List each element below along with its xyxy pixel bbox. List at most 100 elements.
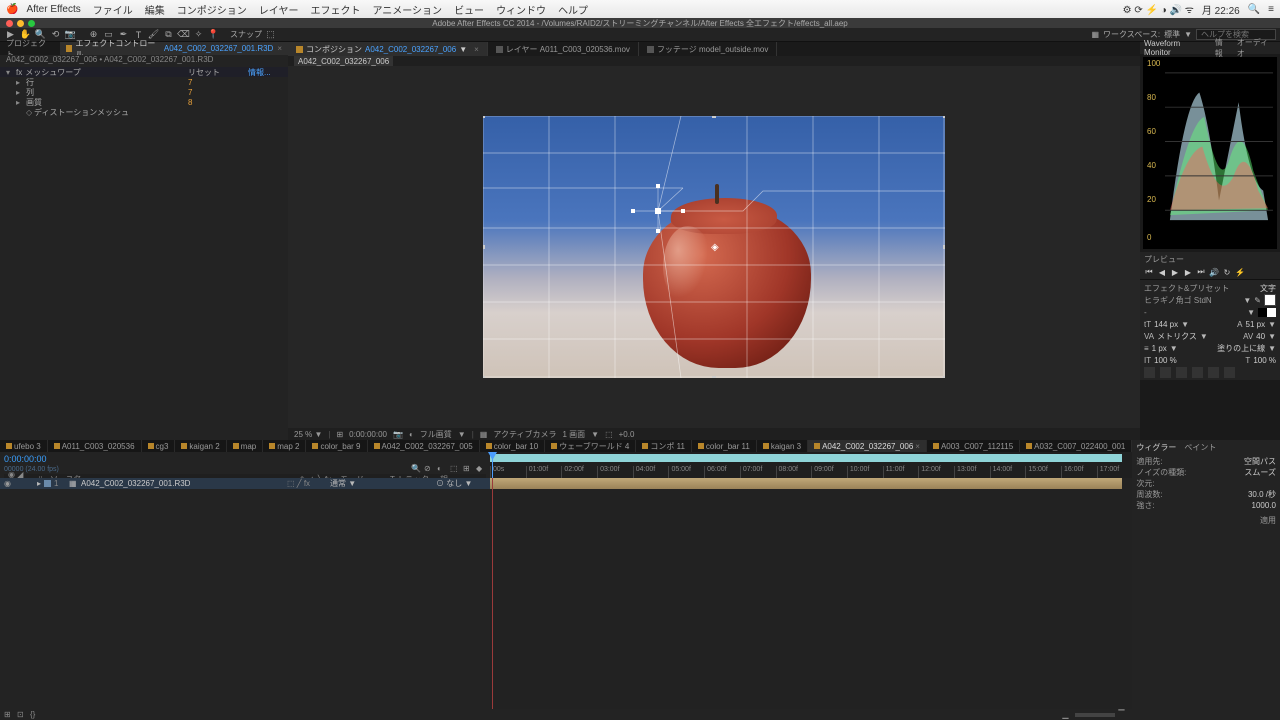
toggle-modes-icon[interactable]: ⊡ [17,710,27,720]
preview-loop-icon[interactable]: ↻ [1222,267,1232,277]
blend-mode[interactable]: 通常 ▼ [330,478,380,489]
tracking-value[interactable]: 40 [1256,332,1265,341]
spotlight-icon[interactable]: 🔍 [1248,4,1260,15]
layer-clip[interactable] [490,478,1122,489]
viewer-resolution-icon[interactable]: ⊞ [336,430,343,439]
waveform-tab[interactable]: Waveform Monitor [1144,39,1209,57]
stroke-width-value[interactable]: 1 px [1152,344,1167,353]
italic-button[interactable] [1160,367,1171,378]
kerning-value[interactable]: メトリクス [1157,331,1197,342]
tl-blur-icon[interactable]: ◐ [437,464,447,474]
preview-next-icon[interactable]: ▶ [1183,267,1193,277]
notification-icon[interactable]: ≡ [1268,4,1274,15]
timeline-tab[interactable]: color_bar 9 [306,440,367,452]
wiggler-applyto[interactable]: 空間パス [1244,456,1276,467]
zoom-in-icon[interactable]: ▔ [1118,710,1128,720]
menu-file[interactable]: ファイル [93,2,133,17]
timeline-tab[interactable]: A032_C007_022400_001 [1020,440,1132,452]
viewer-exposure[interactable]: +0.0 [619,430,635,439]
snap-label[interactable]: スナップ [230,29,262,40]
tl-graph-icon[interactable]: ⊞ [463,464,473,474]
sub-button[interactable] [1224,367,1235,378]
wiggler-noise[interactable]: スムーズ [1244,467,1276,478]
audio-tab[interactable]: オーディオ [1237,37,1276,59]
about-link[interactable]: 情報... [248,67,288,78]
menu-animation[interactable]: アニメーション [372,2,442,17]
toggle-switches-icon[interactable]: ⊞ [4,710,14,720]
timeline-tab[interactable]: A042_C002_032267_005 [368,440,480,452]
fill-swatch[interactable] [1264,294,1276,306]
parent-dropdown[interactable]: ⊙ なし ▼ [436,478,486,489]
roto-tool[interactable]: ✧ [192,29,205,41]
leading-value[interactable]: 51 px [1246,320,1266,329]
puppet-tool[interactable]: 📍 [207,29,220,41]
bold-button[interactable] [1144,367,1155,378]
effects-presets-tab[interactable]: エフェクト&プリセット [1144,283,1257,294]
composition-viewer[interactable]: ◈ [288,66,1140,428]
preview-ram-icon[interactable]: ⚡ [1235,267,1245,277]
menu-help[interactable]: ヘルプ [558,2,588,17]
info-tab[interactable]: 情報 [1215,37,1231,59]
eraser-tool[interactable]: ⌫ [177,29,190,41]
tl-shy-icon[interactable]: ⊘ [424,464,434,474]
preview-prev-icon[interactable]: ◀ [1157,267,1167,277]
menu-app[interactable]: After Effects [26,4,80,15]
project-tab[interactable]: プロジェクト [0,42,60,55]
resolution-dropdown[interactable]: フル画質 [420,429,452,440]
timeline-tab[interactable]: map 2 [263,440,306,452]
viewer-time[interactable]: 0:00:00:00 [349,430,387,439]
views-dropdown[interactable]: 1 画面 [562,429,585,440]
timeline-tab[interactable]: A042_C002_032267_006 × [808,440,927,452]
effect-controls-tab[interactable]: エフェクトコントロール A042_C002_032267_001.R3D × [60,42,288,55]
active-camera-dropdown[interactable]: アクティブカメラ [493,429,556,440]
eyedropper-icon[interactable]: ✎ [1254,296,1261,305]
timeline-tab[interactable]: コンポ 11 [636,440,692,452]
fill-stroke-swatches[interactable] [1258,308,1276,317]
layer-name[interactable]: A042_C002_032267_001.R3D [81,479,284,488]
reset-link[interactable]: リセット [188,67,248,78]
tl-3d-icon[interactable]: ⬚ [450,464,460,474]
vscale-value[interactable]: 100 % [1154,356,1177,365]
close-icon[interactable]: × [474,45,479,54]
wiggler-tab[interactable]: ウィグラー [1136,442,1176,453]
time-ruler[interactable]: 00s01:00f02:00f03:00f04:00f05:00f06:00f0… [490,466,1132,478]
viewer-channel-icon[interactable]: ◐ [409,430,414,439]
menu-window[interactable]: ウィンドウ [496,2,546,17]
menubar-icons[interactable]: ⚙ ⟳ ⚡ ◑ 🔊 ᯤ [1123,2,1194,16]
menu-edit[interactable]: 編集 [145,2,165,17]
effect-twirl[interactable]: ▾ [6,68,16,77]
menu-layer[interactable]: レイヤー [259,2,299,17]
apple-icon[interactable]: 🍎 [6,4,18,15]
zoom-dropdown[interactable]: 25 % ▼ [294,430,322,439]
paint-tab[interactable]: ペイント [1184,442,1216,453]
character-tab[interactable]: 文字 [1260,283,1276,294]
super-button[interactable] [1208,367,1219,378]
menu-view[interactable]: ビュー [454,2,484,17]
tl-marker-icon[interactable]: ◆ [476,464,486,474]
current-time[interactable]: 0:00:00:00 [4,454,47,464]
comp-tab-layer[interactable]: レイヤー A011_C003_020536.mov [488,42,639,56]
wiggler-freq[interactable]: 30.0 /秒 [1248,489,1276,500]
font-dropdown[interactable]: ヒラギノ角ゴ StdN [1144,295,1240,306]
comp-tab-footage[interactable]: フッテージ model_outside.mov [639,42,777,56]
param-rows-value[interactable]: 7 [188,78,248,87]
window-traffic-lights[interactable] [6,20,35,27]
viewer-3d-icon[interactable]: ⬚ [605,430,613,439]
hscale-value[interactable]: 100 % [1253,356,1276,365]
param-twirl-cols[interactable]: ▸ [16,88,26,97]
stroke-position-value[interactable]: 塗りの上に線 [1217,343,1265,354]
param-twirl-quality[interactable]: ▸ [16,98,26,107]
toggle-brackets-icon[interactable]: {} [30,710,40,720]
timeline-tab[interactable]: ウェーブワールド 4 [545,440,636,452]
clone-tool[interactable]: ⧉ [162,29,175,41]
menu-composition[interactable]: コンポジション [177,2,247,17]
timeline-tab[interactable]: A003_C007_112115 [927,440,1020,452]
timeline-tab[interactable]: kaigan 3 [757,440,808,452]
zoom-slider[interactable] [1075,713,1115,717]
preview-last-icon[interactable]: ⏭ [1196,267,1206,277]
timeline-tab[interactable]: kaigan 2 [175,440,226,452]
visibility-toggle[interactable]: ◉ [4,479,13,488]
caps-button[interactable] [1176,367,1187,378]
param-cols-value[interactable]: 7 [188,88,248,97]
preview-audio-icon[interactable]: 🔊 [1209,267,1219,277]
